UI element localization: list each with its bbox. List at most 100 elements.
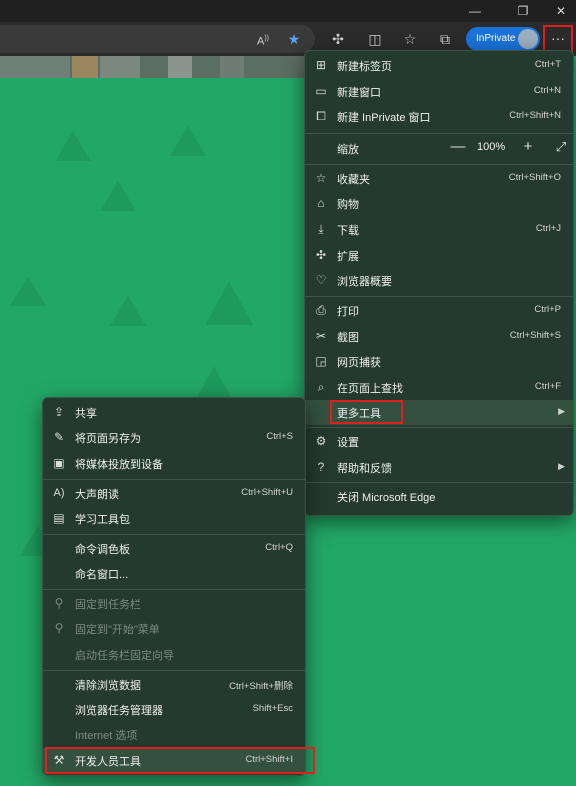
menu-item-shortcut: Ctrl+F (534, 381, 561, 392)
highlight-box (543, 25, 573, 53)
menu-item-shopping[interactable]: ⌂ 购物 (305, 191, 573, 216)
menu-item-screenshot[interactable]: ✂ 截图 Ctrl+Shift+S (305, 324, 573, 349)
menu-item-label: 截图 (337, 332, 359, 344)
download-icon: ⤓ (318, 222, 324, 236)
learning-toolkit-icon: ▤ (53, 511, 65, 525)
submenu-item-clear-browsing-data[interactable]: 清除浏览数据 Ctrl+Shift+删除 (43, 672, 305, 697)
find-icon: ⌕ (317, 380, 325, 394)
menu-item-label: 清除浏览数据 (75, 680, 141, 692)
collections-icon[interactable]: ⧉ (434, 28, 456, 50)
read-aloud-icon[interactable]: A)) (252, 28, 274, 50)
extensions-puzzle-icon[interactable]: ✣ (327, 28, 349, 50)
favorites-icon[interactable]: ☆ (399, 28, 421, 50)
menu-item-extensions[interactable]: ✣ 扩展 (305, 243, 573, 268)
menu-item-label: 大声朗读 (75, 489, 119, 501)
minimize-icon[interactable]: — (458, 0, 492, 22)
menu-item-label: 共享 (75, 408, 97, 420)
submenu-item-learning-toolkit[interactable]: ▤ 学习工具包 (43, 506, 305, 531)
menu-item-label: 设置 (337, 437, 359, 449)
browser-essentials-icon: ♡ (315, 273, 327, 287)
pin-icon: ⚲ (54, 596, 64, 610)
favorites-bar-item[interactable] (168, 56, 192, 78)
background-shape (110, 296, 146, 326)
favorites-bar-item[interactable] (220, 56, 244, 78)
menu-item-print[interactable]: ⎙ 打印 Ctrl+P (305, 298, 573, 323)
submenu-item-save-page[interactable]: ✎ 将页面另存为 Ctrl+S (43, 425, 305, 450)
menu-item-shortcut: Ctrl+Shift+U (241, 487, 293, 498)
menu-item-label: 收藏夹 (337, 174, 370, 186)
menu-item-label: 固定到"开始"菜单 (75, 624, 160, 636)
submenu-item-read-aloud[interactable]: A) 大声朗读 Ctrl+Shift+U (43, 481, 305, 506)
menu-item-close-edge[interactable]: 关闭 Microsoft Edge (305, 484, 573, 509)
menu-item-shortcut: Ctrl+S (266, 431, 293, 442)
zoom-label: 缩放 (337, 144, 359, 156)
shopping-tag-icon: ⌂ (317, 196, 325, 210)
background-shape (10, 276, 46, 306)
menu-item-label: 下载 (337, 225, 359, 237)
split-screen-icon[interactable]: ◫ (364, 28, 386, 50)
menu-item-label: 将媒体投放到设备 (75, 459, 163, 471)
menu-item-shortcut: Ctrl+P (534, 304, 561, 315)
background-shape (205, 281, 253, 325)
menu-divider (305, 164, 573, 165)
submenu-item-task-manager[interactable]: 浏览器任务管理器 Shift+Esc (43, 697, 305, 722)
new-window-icon: ▭ (315, 84, 327, 98)
settings-gear-icon: ⚙ (315, 434, 327, 448)
save-page-icon: ✎ (53, 430, 65, 444)
favorite-star-icon[interactable]: ★ (283, 28, 305, 50)
print-icon: ⎙ (316, 303, 326, 317)
menu-item-label: 购物 (337, 199, 359, 211)
menu-item-browser-essentials[interactable]: ♡ 浏览器概要 (305, 268, 573, 293)
submenu-item-command-palette[interactable]: 命令调色板 Ctrl+Q (43, 536, 305, 561)
menu-item-label: 新建 InPrivate 窗口 (337, 112, 431, 124)
highlight-box (45, 747, 315, 774)
menu-item-label: 固定到任务栏 (75, 599, 141, 611)
inprivate-badge[interactable]: InPrivate (466, 27, 540, 51)
screenshot-icon: ✂ (315, 329, 327, 343)
cast-media-icon: ▣ (53, 456, 65, 470)
fullscreen-expand-icon[interactable]: ⤢ (551, 138, 571, 156)
menu-item-shortcut: Ctrl+N (533, 85, 561, 96)
menu-item-web-capture[interactable]: ◲ 网页捕获 (305, 349, 573, 374)
settings-menu: ⊞ 新建标签页 Ctrl+T ▭ 新建窗口 Ctrl+N ⧠ 新建 InPriv… (304, 50, 574, 516)
submenu-item-pin-taskbar: ⚲ 固定到任务栏 (43, 591, 305, 616)
menu-item-shortcut: Ctrl+Shift+S (509, 330, 561, 341)
zoom-in-button[interactable]: + (518, 138, 538, 156)
favorites-bar (0, 56, 310, 78)
menu-item-shortcut: Ctrl+T (534, 59, 561, 70)
menu-item-label: 命名窗口... (75, 569, 129, 581)
menu-item-new-tab[interactable]: ⊞ 新建标签页 Ctrl+T (305, 53, 573, 78)
menu-item-find-on-page[interactable]: ⌕ 在页面上查找 Ctrl+F (305, 375, 573, 400)
menu-divider (305, 427, 573, 428)
web-capture-icon: ◲ (315, 354, 327, 368)
menu-item-downloads[interactable]: ⤓ 下载 Ctrl+J (305, 217, 573, 242)
menu-item-settings[interactable]: ⚙ 设置 (305, 429, 573, 454)
menu-item-label: 帮助和反馈 (337, 463, 392, 475)
favorites-bar-item[interactable] (100, 56, 140, 78)
close-icon[interactable]: ✕ (544, 0, 576, 22)
menu-item-label: 学习工具包 (75, 514, 130, 526)
menu-divider (305, 482, 573, 483)
menu-item-label: 扩展 (337, 251, 359, 263)
submenu-item-name-window[interactable]: 命名窗口... (43, 561, 305, 586)
menu-item-label: 关闭 Microsoft Edge (337, 492, 436, 504)
menu-divider (43, 670, 305, 671)
inprivate-window-icon: ⧠ (316, 109, 326, 123)
menu-item-favorites[interactable]: ☆ 收藏夹 Ctrl+Shift+O (305, 166, 573, 191)
new-tab-icon: ⊞ (315, 58, 327, 72)
favorites-bar-item[interactable] (0, 56, 70, 78)
menu-divider (43, 479, 305, 480)
avatar (518, 29, 538, 49)
restore-icon[interactable]: ❐ (506, 0, 540, 22)
menu-item-new-inprivate-window[interactable]: ⧠ 新建 InPrivate 窗口 Ctrl+Shift+N (305, 104, 573, 129)
submenu-item-cast-media[interactable]: ▣ 将媒体投放到设备 (43, 451, 305, 476)
help-icon: ? (317, 460, 325, 474)
menu-item-new-window[interactable]: ▭ 新建窗口 Ctrl+N (305, 79, 573, 104)
favorites-bar-item[interactable] (72, 56, 98, 78)
menu-item-label: Internet 选项 (75, 730, 138, 742)
pin-start-icon: ⚲ (54, 621, 64, 635)
zoom-out-button[interactable]: — (448, 138, 468, 156)
submenu-item-share[interactable]: ⇪ 共享 (43, 400, 305, 425)
background-shape (55, 131, 91, 161)
menu-item-help-feedback[interactable]: ? 帮助和反馈 ▶ (305, 455, 573, 480)
